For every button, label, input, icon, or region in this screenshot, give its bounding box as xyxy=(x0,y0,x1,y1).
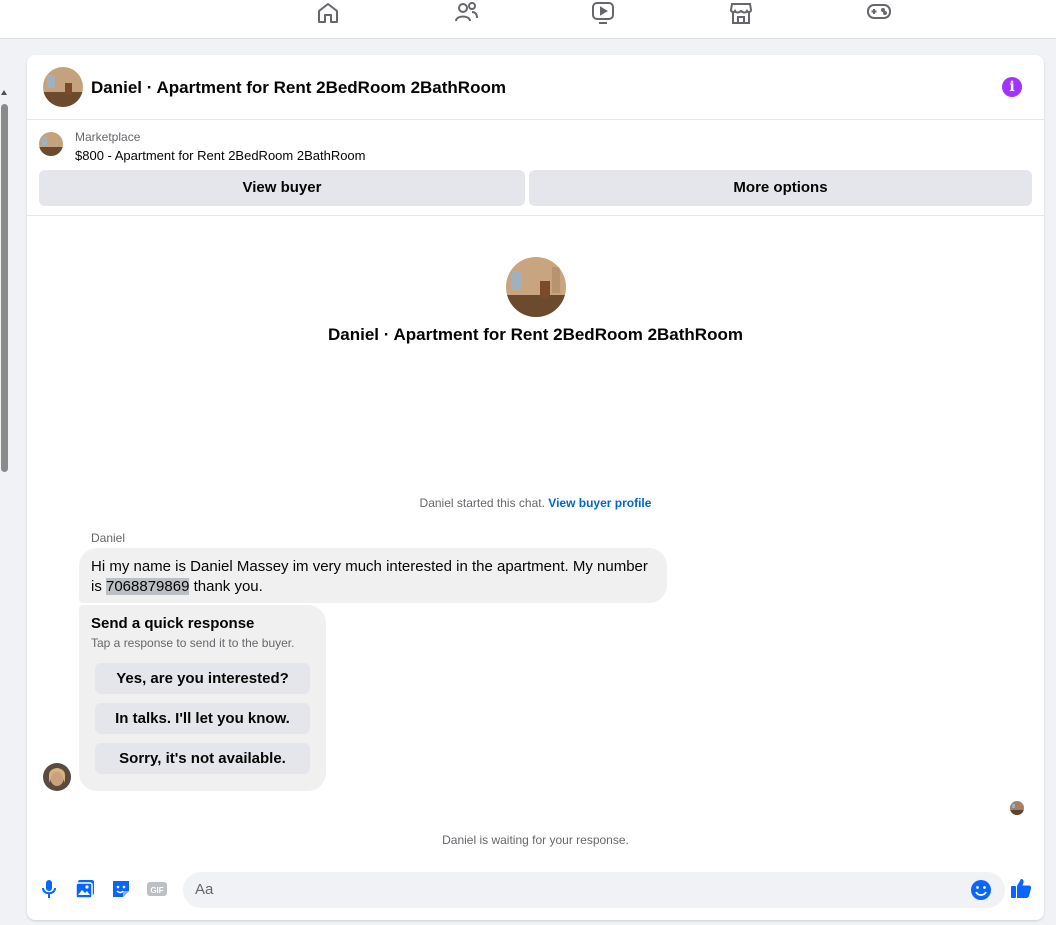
quick-response-in-talks-button[interactable]: In talks. I'll let you know. xyxy=(95,703,310,734)
gaming-icon[interactable] xyxy=(866,0,892,26)
thumbs-up-icon[interactable] xyxy=(1010,877,1032,899)
chat-panel: Daniel · Apartment for Rent 2BedRoom 2Ba… xyxy=(27,55,1044,920)
marketplace-thumbnail xyxy=(39,132,63,156)
scrollbar[interactable] xyxy=(0,90,9,925)
scroll-thumb[interactable] xyxy=(1,104,8,472)
listing-avatar[interactable] xyxy=(43,67,83,107)
message-bubble: Hi my name is Daniel Massey im very much… xyxy=(79,548,667,603)
message-input[interactable]: Aa xyxy=(183,872,1005,908)
gif-icon[interactable]: GIF xyxy=(146,878,168,900)
quick-response-not-available-button[interactable]: Sorry, it's not available. xyxy=(95,743,310,774)
quick-response-card: Send a quick response Tap a response to … xyxy=(79,605,326,791)
quick-response-yes-button[interactable]: Yes, are you interested? xyxy=(95,663,310,694)
buyer-avatar[interactable] xyxy=(43,763,71,791)
more-options-button[interactable]: More options xyxy=(529,170,1032,206)
conversation-title[interactable]: Daniel · Apartment for Rent 2BedRoom 2Ba… xyxy=(91,78,506,98)
scroll-up-arrow[interactable] xyxy=(1,90,7,95)
listing-price-title[interactable]: $800 - Apartment for Rent 2BedRoom 2Bath… xyxy=(75,148,366,163)
video-icon[interactable] xyxy=(590,0,616,26)
info-icon[interactable]: i xyxy=(1002,77,1022,97)
seen-indicator-avatar xyxy=(1010,801,1024,815)
sticker-icon[interactable] xyxy=(110,878,132,900)
chat-started-notice: Daniel started this chat. View buyer pro… xyxy=(27,496,1044,510)
marketplace-label: Marketplace xyxy=(75,130,141,144)
sender-name: Daniel xyxy=(91,531,126,545)
divider xyxy=(27,215,1044,216)
quick-response-subtitle: Tap a response to send it to the buyer. xyxy=(91,636,295,650)
quick-response-title: Send a quick response xyxy=(91,615,255,632)
view-buyer-profile-link[interactable]: View buyer profile xyxy=(548,496,651,510)
emoji-icon[interactable] xyxy=(970,879,992,901)
microphone-icon[interactable] xyxy=(38,878,60,900)
phone-number[interactable]: 7068879869 xyxy=(106,578,190,595)
marketplace-icon[interactable] xyxy=(728,0,754,26)
view-buyer-button[interactable]: View buyer xyxy=(39,170,525,206)
home-icon[interactable] xyxy=(315,0,341,26)
chat-header: Daniel · Apartment for Rent 2BedRoom 2Ba… xyxy=(27,55,1044,120)
waiting-notice: Daniel is waiting for your response. xyxy=(442,833,629,847)
message-input-placeholder: Aa xyxy=(195,881,214,898)
conversation-avatar xyxy=(506,257,566,317)
started-text: Daniel started this chat. xyxy=(419,496,545,510)
message-text-end: thank you. xyxy=(189,578,263,595)
svg-text:GIF: GIF xyxy=(150,886,163,895)
photo-icon[interactable] xyxy=(74,878,96,900)
intro-title: Daniel · Apartment for Rent 2BedRoom 2Ba… xyxy=(328,325,743,344)
friends-icon[interactable] xyxy=(453,0,479,26)
top-navigation xyxy=(0,0,1056,39)
